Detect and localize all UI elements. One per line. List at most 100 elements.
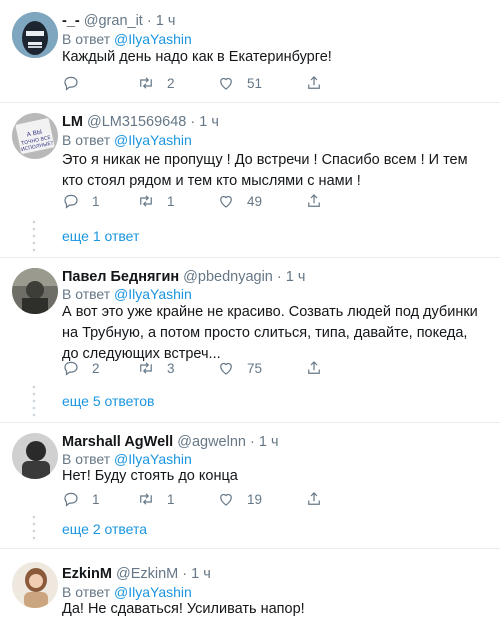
mention-link[interactable]: @IlyaYashin <box>114 584 192 600</box>
more-dots-icon <box>32 220 36 252</box>
share-button[interactable] <box>305 191 335 211</box>
share-icon <box>308 361 320 374</box>
show-more-replies[interactable]: еще 1 ответ <box>0 216 500 258</box>
like-icon <box>220 362 232 375</box>
separator-dot: · <box>182 566 188 582</box>
display-name[interactable]: Павел Беднягин <box>62 269 179 285</box>
retweet-count: 2 <box>167 75 175 91</box>
tweet[interactable]: А ВЫ ТОЧНО ВСЕ ИСПОЛНЫЕ? LM @LM31569648 … <box>0 103 500 221</box>
mention-link[interactable]: @IlyaYashin <box>114 286 192 302</box>
retweet-button[interactable]: 3 <box>137 358 175 378</box>
reply-count: 2 <box>92 360 100 376</box>
more-dots-icon <box>32 515 36 540</box>
separator-dot: · <box>190 114 196 130</box>
tweet-text: Да! Не сдаваться! Усиливать напор! <box>62 601 305 617</box>
timestamp[interactable]: 1 ч <box>199 114 219 130</box>
tweet-text: Нет! Буду стоять до конца <box>62 468 238 484</box>
reply-button[interactable]: 1 <box>62 191 100 211</box>
reply-icon <box>64 492 78 507</box>
tweet-text: Каждый день надо как в Екатеринбурге! <box>62 49 332 65</box>
like-button[interactable]: 49 <box>217 191 262 211</box>
reply-button[interactable] <box>62 73 92 93</box>
tweet-header: EzkinM @EzkinM · 1 ч <box>62 565 211 583</box>
like-count: 19 <box>247 491 263 507</box>
user-handle[interactable]: @LM31569648 <box>87 114 186 130</box>
display-name[interactable]: Marshall AgWell <box>62 434 173 450</box>
mention-link[interactable]: @IlyaYashin <box>114 132 192 148</box>
tweet[interactable]: EzkinM @EzkinM · 1 ч В ответ @IlyaYashin… <box>0 552 500 618</box>
retweet-button[interactable]: 1 <box>137 489 175 509</box>
tweet-actions: 2 51 <box>62 73 482 93</box>
reply-icon <box>64 194 78 209</box>
like-button[interactable]: 75 <box>217 358 262 378</box>
reply-prefix: В ответ <box>62 286 111 302</box>
tweet-actions: 1 1 49 <box>62 191 482 211</box>
mention-link[interactable]: @IlyaYashin <box>114 31 192 47</box>
tweet-header: LM @LM31569648 · 1 ч <box>62 113 219 131</box>
like-button[interactable]: 51 <box>217 73 262 93</box>
share-button[interactable] <box>305 73 335 93</box>
reply-count: 1 <box>92 193 100 209</box>
retweet-button[interactable]: 1 <box>137 191 175 211</box>
more-dots-icon <box>32 385 36 417</box>
like-icon <box>220 493 232 506</box>
retweet-count: 3 <box>167 360 175 376</box>
tweet[interactable]: Павел Беднягин @pbednyagin · 1 ч В ответ… <box>0 258 500 383</box>
show-more-replies[interactable]: еще 5 ответов <box>0 381 500 423</box>
share-icon <box>308 492 320 505</box>
reply-to-line: В ответ @IlyaYashin <box>62 131 192 149</box>
avatar[interactable]: А ВЫ ТОЧНО ВСЕ ИСПОЛНЫЕ? <box>12 113 58 159</box>
reply-prefix: В ответ <box>62 31 111 47</box>
retweet-count: 1 <box>167 193 175 209</box>
like-icon <box>220 77 232 90</box>
show-more-label[interactable]: еще 1 ответ <box>62 228 139 244</box>
tweet-actions: 2 3 75 <box>62 358 482 378</box>
retweet-icon <box>140 77 152 89</box>
user-handle[interactable]: @agwelnn <box>177 434 246 450</box>
reply-button[interactable]: 2 <box>62 358 100 378</box>
retweet-count: 1 <box>167 491 175 507</box>
tweet-actions: 1 1 19 <box>62 489 482 509</box>
reply-to-line: В ответ @IlyaYashin <box>62 285 192 303</box>
timestamp[interactable]: 1 ч <box>156 13 176 29</box>
show-more-label[interactable]: еще 2 ответа <box>62 521 147 537</box>
user-handle[interactable]: @pbednyagin <box>183 269 273 285</box>
display-name[interactable]: -_- <box>62 13 80 29</box>
avatar[interactable] <box>12 268 58 314</box>
like-button[interactable]: 19 <box>217 489 262 509</box>
separator-dot: · <box>146 13 152 29</box>
share-icon <box>308 76 320 89</box>
share-icon <box>308 194 320 207</box>
display-name[interactable]: EzkinM <box>62 566 112 582</box>
tweet[interactable]: -_- @gran_it · 1 ч В ответ @IlyaYashin К… <box>0 0 500 103</box>
separator-dot: · <box>250 434 255 450</box>
like-count: 75 <box>247 360 263 376</box>
share-button[interactable] <box>305 489 335 509</box>
timestamp[interactable]: 1 ч <box>286 269 306 285</box>
tweet-header: Marshall AgWell @agwelnn · 1 ч <box>62 433 279 451</box>
reply-prefix: В ответ <box>62 132 111 148</box>
user-handle[interactable]: @EzkinM <box>116 566 178 582</box>
avatar[interactable] <box>12 433 58 479</box>
tweet[interactable]: Marshall AgWell @agwelnn · 1 ч В ответ @… <box>0 423 500 516</box>
avatar[interactable] <box>12 12 58 58</box>
mention-link[interactable]: @IlyaYashin <box>114 451 192 467</box>
reply-button[interactable]: 1 <box>62 489 100 509</box>
reply-icon <box>64 76 78 91</box>
timestamp[interactable]: 1 ч <box>191 566 211 582</box>
tweet-header: -_- @gran_it · 1 ч <box>62 12 175 30</box>
timestamp[interactable]: 1 ч <box>259 434 279 450</box>
like-count: 49 <box>247 193 263 209</box>
reply-prefix: В ответ <box>62 451 111 467</box>
show-more-replies[interactable]: еще 2 ответа <box>0 511 500 549</box>
like-count: 51 <box>247 75 263 91</box>
avatar[interactable] <box>12 562 58 608</box>
separator-dot: · <box>276 269 282 285</box>
retweet-button[interactable]: 2 <box>137 73 175 93</box>
show-more-label[interactable]: еще 5 ответов <box>62 393 154 409</box>
display-name[interactable]: LM <box>62 114 83 130</box>
user-handle[interactable]: @gran_it <box>84 13 143 29</box>
retweet-icon <box>140 195 152 207</box>
retweet-icon <box>140 362 152 374</box>
share-button[interactable] <box>305 358 335 378</box>
